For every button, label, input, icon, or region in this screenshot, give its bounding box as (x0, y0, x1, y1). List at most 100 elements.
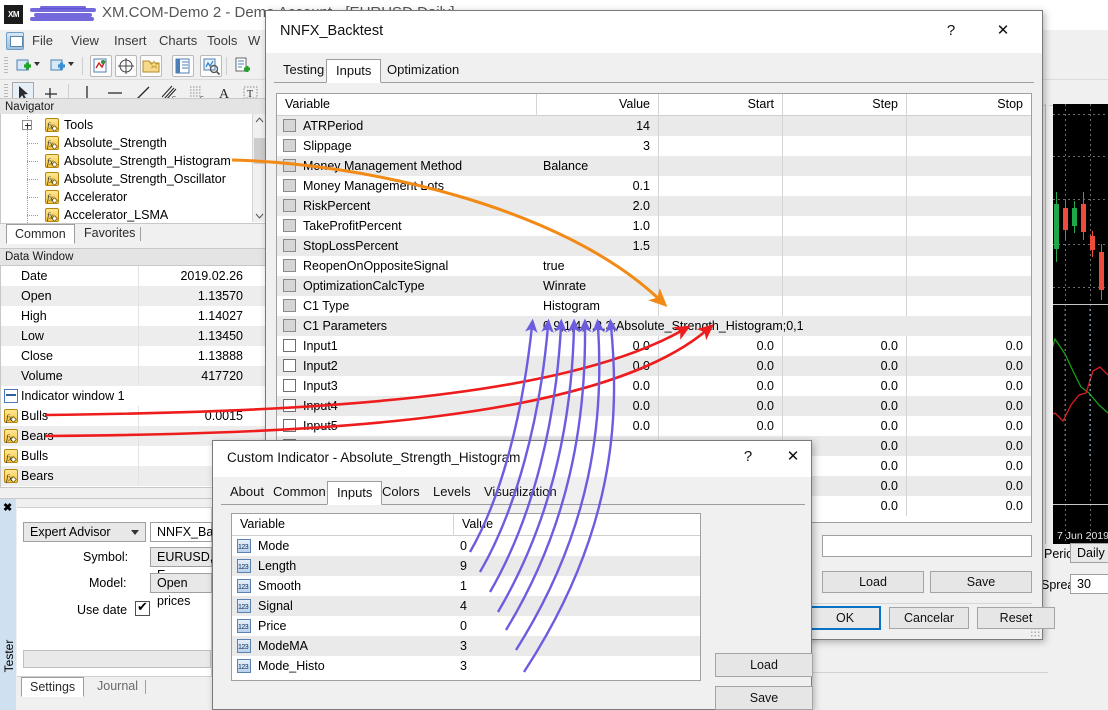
cell-start[interactable] (659, 136, 783, 156)
cell-value[interactable]: 2.0 (537, 196, 659, 216)
toolbar-grip[interactable] (4, 57, 8, 75)
expert-type-dropdown[interactable]: Expert Advisor (23, 522, 146, 542)
cell-step[interactable] (783, 236, 907, 256)
cell-value[interactable]: 0.1 (537, 176, 659, 196)
row-checkbox[interactable] (283, 319, 296, 332)
indicator-help-button[interactable]: ? (733, 443, 763, 471)
new-chart-dropdown-icon[interactable] (34, 62, 40, 66)
column-value-ind[interactable]: Value (454, 514, 700, 536)
cell-step[interactable]: 0.0 (783, 356, 907, 376)
table-row[interactable]: StopLossPercent 1.5 (277, 236, 1031, 256)
indicator-cell-value[interactable]: 0 (454, 536, 700, 556)
profiles-icon[interactable] (48, 55, 70, 77)
table-row[interactable]: Input4 0.0 0.0 0.0 0.0 (277, 396, 1031, 416)
indicator-table-row[interactable]: Signal 4 (232, 596, 700, 618)
scrollbar-thumb[interactable] (254, 138, 265, 164)
column-value[interactable]: Value (537, 94, 659, 116)
cell-stop[interactable]: 0.0 (907, 476, 1031, 496)
cell-stop[interactable]: 0.0 (907, 496, 1031, 516)
cell-start[interactable] (659, 196, 783, 216)
cell-value[interactable]: 0.0 (537, 336, 659, 356)
indicator-table-row[interactable]: Mode_Histo 3 (232, 656, 700, 678)
cell-stop[interactable] (907, 256, 1031, 276)
cell-stop[interactable]: 0.0 (907, 376, 1031, 396)
cancel-button[interactable]: Cancelar (889, 607, 969, 629)
indicator-close-button[interactable]: ✕ (778, 443, 808, 471)
new-chart-icon[interactable] (14, 55, 36, 77)
indicator-table-row[interactable]: Mode 0 (232, 536, 700, 558)
menu-insert[interactable]: Insert (114, 33, 147, 48)
indicator-table-row[interactable]: Length 9 (232, 556, 700, 578)
table-row[interactable]: Slippage 3 (277, 136, 1031, 156)
nav-item-accelerator[interactable]: Accelerator (1, 188, 265, 207)
row-checkbox[interactable] (283, 199, 296, 212)
cell-stop[interactable] (907, 236, 1031, 256)
cell-stop[interactable] (907, 136, 1031, 156)
menu-window[interactable]: W (248, 33, 260, 48)
cell-step[interactable] (783, 256, 907, 276)
cell-value[interactable]: 1.5 (537, 236, 659, 256)
column-variable-ind[interactable]: Variable (232, 514, 454, 536)
tab-optimization[interactable]: Optimization (378, 59, 469, 83)
strategy-tester-icon[interactable] (200, 55, 222, 77)
resize-grip[interactable] (1030, 627, 1040, 637)
close-icon[interactable]: ✖ (3, 501, 12, 514)
table-row[interactable]: Input3 0.0 0.0 0.0 0.0 (277, 376, 1031, 396)
row-checkbox[interactable] (283, 159, 296, 172)
table-row[interactable]: TakeProfitPercent 1.0 (277, 216, 1031, 236)
tab-inputs-ind[interactable]: Inputs (327, 481, 383, 505)
row-checkbox[interactable] (283, 139, 296, 152)
row-checkbox[interactable] (283, 259, 296, 272)
nav-item-absolute-strength-oscillator[interactable]: Absolute_Strength_Oscillator (1, 170, 265, 189)
cell-start[interactable] (659, 116, 783, 136)
row-checkbox[interactable] (283, 299, 296, 312)
close-button[interactable]: ✕ (988, 17, 1018, 45)
cell-stop[interactable] (907, 116, 1031, 136)
model-dropdown[interactable]: Open prices (150, 573, 212, 608)
navigator-scrollbar[interactable] (252, 114, 266, 222)
cell-value[interactable]: 14 (537, 116, 659, 136)
table-row[interactable]: Input1 0.0 0.0 0.0 0.0 (277, 336, 1031, 356)
table-row[interactable]: C1 Type Histogram (277, 296, 1031, 316)
table-row[interactable]: Input5 0.0 0.0 0.0 0.0 (277, 416, 1031, 436)
cell-value[interactable]: Balance (537, 156, 659, 176)
nav-item-tools[interactable]: Tools (1, 116, 265, 135)
profiles-dropdown-icon[interactable] (68, 62, 74, 66)
tab-favorites[interactable]: Favorites (76, 224, 143, 244)
indicator-table-row[interactable]: Smooth 1 (232, 576, 700, 598)
cell-stop[interactable]: 0.0 (907, 436, 1031, 456)
cell-value[interactable]: Histogram (537, 296, 659, 316)
spread-field[interactable]: 30 (1070, 574, 1108, 594)
menu-file[interactable]: File (32, 33, 53, 48)
tab-visualization[interactable]: Visualization (475, 481, 566, 505)
cell-stop[interactable] (907, 296, 1031, 316)
cell-start[interactable] (659, 256, 783, 276)
cell-step[interactable] (783, 216, 907, 236)
row-checkbox[interactable] (283, 399, 296, 412)
cell-start[interactable] (659, 156, 783, 176)
navigator-icon[interactable] (140, 55, 162, 77)
row-checkbox[interactable] (283, 239, 296, 252)
indicator-cell-value[interactable]: 0 (454, 616, 700, 636)
cell-value[interactable]: 0.0 (537, 416, 659, 436)
new-order-icon[interactable] (232, 55, 254, 77)
cell-value[interactable]: 0,9,1,4,0,3,3;Absolute_Strength_Histogra… (537, 316, 1031, 336)
backtest-save-button[interactable]: Save (930, 571, 1032, 593)
table-row[interactable]: RiskPercent 2.0 (277, 196, 1031, 216)
data-window-icon[interactable] (115, 55, 137, 77)
cell-step[interactable] (783, 296, 907, 316)
indicator-cell-value[interactable]: 3 (454, 636, 700, 656)
table-row[interactable]: OptimizationCalcType Winrate (277, 276, 1031, 296)
preset-name-field[interactable] (822, 535, 1032, 557)
cell-start[interactable] (659, 176, 783, 196)
row-checkbox[interactable] (283, 219, 296, 232)
row-checkbox[interactable] (283, 279, 296, 292)
help-button[interactable]: ? (936, 17, 966, 45)
cell-step[interactable]: 0.0 (783, 416, 907, 436)
cell-stop[interactable]: 0.0 (907, 336, 1031, 356)
period-dropdown[interactable]: Daily (1070, 543, 1108, 563)
ok-button[interactable]: OK (809, 606, 881, 630)
row-checkbox[interactable] (283, 419, 296, 432)
table-row[interactable]: Money Management Lots 0.1 (277, 176, 1031, 196)
nav-item-absolute-strength[interactable]: Absolute_Strength (1, 134, 265, 153)
